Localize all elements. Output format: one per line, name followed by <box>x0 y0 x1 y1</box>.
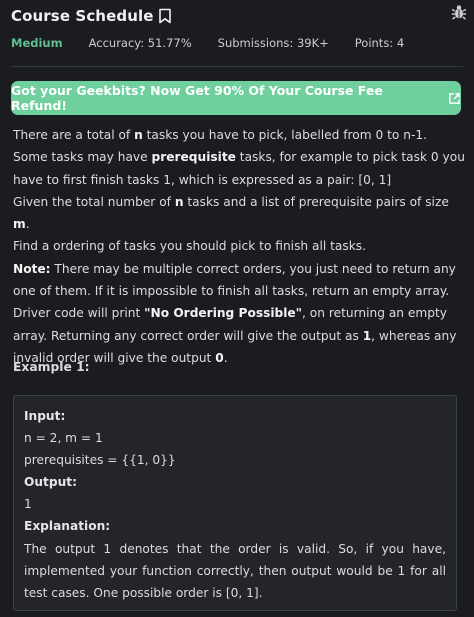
desc-text: . <box>223 350 228 365</box>
desc-text: tasks and a list of prerequisite pairs o… <box>183 194 449 209</box>
desc-bold: 1 <box>362 328 372 343</box>
desc-text: Given the total number of <box>13 194 175 209</box>
submissions-stat: Submissions: 39K+ <box>217 36 329 50</box>
points-stat: Points: 4 <box>354 36 405 50</box>
desc-bold: prerequisite <box>151 150 236 165</box>
desc-text: array. Returning any correct order will … <box>13 328 363 343</box>
desc-text: There are a total of <box>13 128 135 142</box>
divider <box>11 66 463 67</box>
output-label: Output: <box>24 475 77 490</box>
desc-bold: n <box>134 128 143 142</box>
geekbits-refund-banner[interactable]: Got your Geekbits? Now Get 90% Of Your C… <box>11 81 461 115</box>
difficulty-badge: Medium <box>11 36 63 50</box>
header: Course Schedule <box>11 4 463 28</box>
explanation-text: The output 1 denotes that the order is v… <box>24 541 446 600</box>
input-line: n = 2, m = 1 <box>24 431 103 446</box>
bookmark-icon[interactable] <box>158 8 172 24</box>
input-label: Input: <box>24 409 66 423</box>
desc-text: Find a ordering of tasks you should pick… <box>13 239 367 254</box>
external-link-icon <box>449 92 460 104</box>
desc-bold: 0 <box>215 350 224 365</box>
input-line: prerequisites = {{1, 0}} <box>24 453 176 468</box>
accuracy-stat: Accuracy: 51.77% <box>88 36 192 50</box>
page-title: Course Schedule <box>11 7 154 25</box>
explanation-label: Explanation: <box>24 519 111 534</box>
desc-bold: m <box>13 217 26 232</box>
example-box: Input: n = 2, m = 1 prerequisites = {{1,… <box>13 395 457 611</box>
problem-meta: Medium Accuracy: 51.77% Submissions: 39K… <box>11 36 463 50</box>
example-title: Example 1: <box>13 360 90 374</box>
output-value: 1 <box>24 497 32 512</box>
bug-icon[interactable] <box>450 3 468 21</box>
banner-text: Got your Geekbits? Now Get 90% Of Your C… <box>11 83 383 113</box>
problem-description: There are a total of n tasks you have to… <box>13 124 465 369</box>
desc-bold: n <box>174 194 184 209</box>
desc-text: . <box>25 217 30 232</box>
desc-text: , on returning an empty <box>302 306 447 321</box>
note-label: Note: <box>13 261 51 276</box>
desc-bold: "No Ordering Possible" <box>144 306 303 321</box>
